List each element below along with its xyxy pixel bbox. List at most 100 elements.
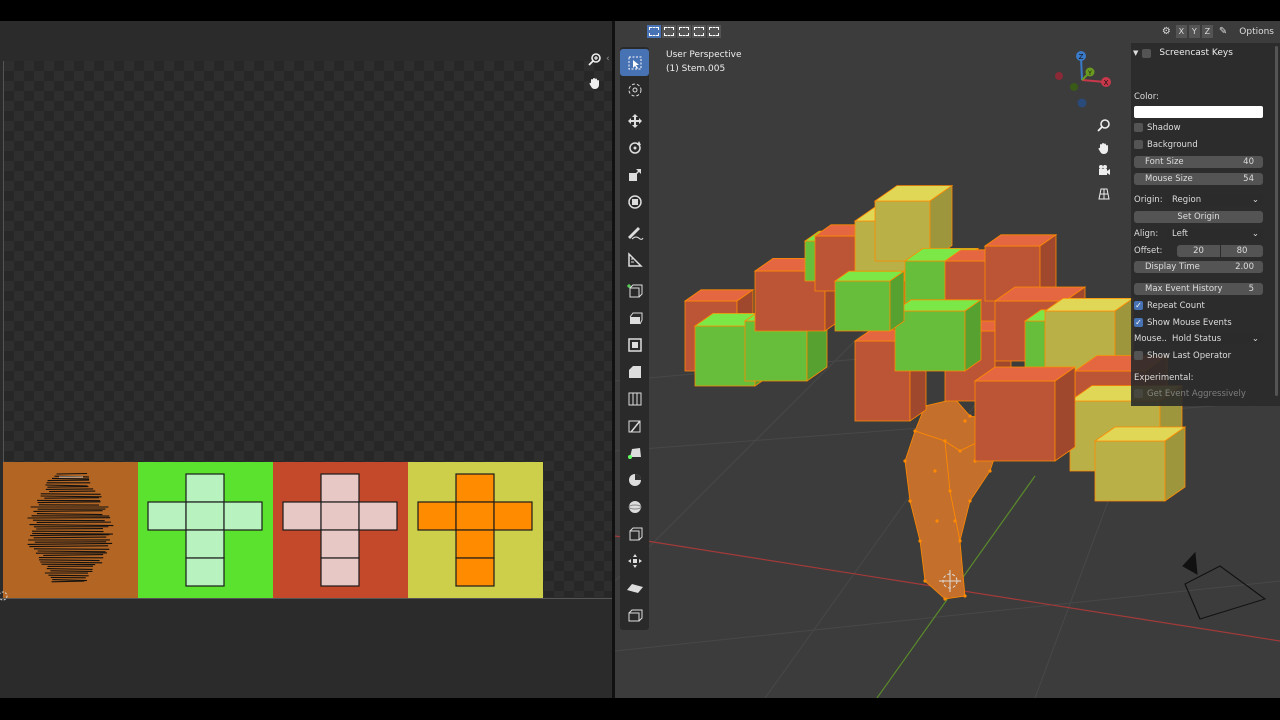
offset-x-field[interactable]: 20 bbox=[1177, 244, 1220, 257]
experimental-row: Experimental: bbox=[1134, 371, 1263, 384]
leaf-cube-19 bbox=[973, 366, 1077, 462]
font-size-field[interactable]: Font Size 40 bbox=[1134, 155, 1263, 168]
mouse-mode-value: Hold Status bbox=[1172, 333, 1222, 344]
transform-icon[interactable] bbox=[620, 188, 649, 215]
zoom-icon[interactable] bbox=[1093, 113, 1115, 136]
panel-collapse-icon[interactable]: ‹ bbox=[606, 54, 610, 64]
tile-green-cube-net bbox=[138, 462, 273, 598]
rip-icon[interactable] bbox=[620, 601, 649, 628]
spin-icon[interactable] bbox=[620, 466, 649, 493]
mouse-mode-select[interactable]: Hold Status ⌄ bbox=[1167, 332, 1263, 345]
select-new-button[interactable] bbox=[647, 25, 661, 38]
color-row: Color: bbox=[1134, 90, 1263, 103]
camera-view-icon[interactable] bbox=[1093, 159, 1115, 182]
rotate-icon[interactable] bbox=[620, 134, 649, 161]
bevel-icon[interactable] bbox=[620, 358, 649, 385]
panel-scrollbar[interactable] bbox=[1275, 46, 1278, 396]
origin-select[interactable]: Region ⌄ bbox=[1167, 193, 1263, 206]
font-size-row: Font Size 40 bbox=[1134, 155, 1263, 168]
mirror-z-button[interactable]: Z bbox=[1201, 25, 1213, 38]
display-time-row: Display Time 2.00 bbox=[1134, 260, 1263, 273]
color-value-row bbox=[1134, 105, 1263, 118]
inset-icon[interactable] bbox=[620, 331, 649, 358]
tool-shelf bbox=[620, 47, 649, 630]
sync-icon[interactable]: ✎ bbox=[1219, 26, 1227, 37]
extrude-icon[interactable] bbox=[620, 304, 649, 331]
show-last-operator-row: Show Last Operator bbox=[1134, 349, 1263, 362]
get-event-checkbox[interactable] bbox=[1134, 389, 1143, 398]
max-history-field[interactable]: Max Event History 5 bbox=[1134, 282, 1263, 295]
shadow-checkbox[interactable] bbox=[1134, 123, 1143, 132]
cursor-icon[interactable] bbox=[620, 76, 649, 103]
mouse-size-field[interactable]: Mouse Size 54 bbox=[1134, 172, 1263, 185]
texture-tiles bbox=[3, 462, 543, 598]
mouse-size-value: 54 bbox=[1243, 173, 1254, 184]
status-bar bbox=[0, 698, 1280, 720]
2d-cursor-icon[interactable] bbox=[0, 591, 10, 601]
camera-object bbox=[1182, 551, 1267, 620]
shrink-fatten-icon[interactable] bbox=[620, 547, 649, 574]
svg-text:X: X bbox=[1104, 79, 1109, 87]
edge-slide-icon[interactable] bbox=[620, 520, 649, 547]
display-time-field[interactable]: Display Time 2.00 bbox=[1134, 260, 1263, 273]
set-origin-button[interactable]: Set Origin bbox=[1134, 210, 1263, 223]
view-name-label: User Perspective bbox=[666, 50, 742, 60]
poly-build-icon[interactable] bbox=[620, 439, 649, 466]
align-label: Align: bbox=[1134, 228, 1159, 239]
origin-value: Region bbox=[1172, 194, 1202, 205]
color-swatch[interactable] bbox=[1134, 105, 1263, 118]
knife-icon[interactable] bbox=[620, 412, 649, 439]
select-box-icon[interactable] bbox=[620, 49, 649, 76]
shadow-label: Shadow bbox=[1147, 122, 1181, 133]
show-last-operator-checkbox[interactable] bbox=[1134, 351, 1143, 360]
loop-cut-icon[interactable] bbox=[620, 385, 649, 412]
annotate-icon[interactable] bbox=[620, 219, 649, 246]
scale-icon[interactable] bbox=[620, 161, 649, 188]
show-mouse-events-checkbox[interactable]: ✓ bbox=[1134, 318, 1143, 327]
mirror-x-button[interactable]: X bbox=[1175, 25, 1187, 38]
background-row: Background bbox=[1134, 138, 1263, 151]
viewport-header: ⚙ X Y Z ✎ Options bbox=[615, 21, 1280, 43]
add-cube-icon[interactable] bbox=[620, 277, 649, 304]
select-intersect-button[interactable] bbox=[707, 25, 721, 38]
align-row: Align: Left ⌄ bbox=[1134, 227, 1263, 240]
get-event-label: Get Event Aggressively bbox=[1147, 388, 1246, 399]
mirror-y-button[interactable]: Y bbox=[1188, 25, 1200, 38]
viewport-nav-buttons bbox=[1093, 113, 1115, 205]
collapse-arrow-icon[interactable]: ▼ bbox=[1133, 49, 1138, 57]
tile-red-cube-net bbox=[273, 462, 408, 598]
measure-icon[interactable] bbox=[620, 246, 649, 273]
shadow-row: Shadow bbox=[1134, 121, 1263, 134]
hand-pan-icon[interactable] bbox=[1093, 136, 1115, 159]
panel-header[interactable]: ▼ Screencast Keys bbox=[1133, 46, 1233, 60]
align-select[interactable]: Left ⌄ bbox=[1167, 227, 1263, 240]
tile-yellow-cube-net bbox=[408, 462, 543, 598]
font-size-value: 40 bbox=[1243, 156, 1254, 167]
select-subtract-button[interactable] bbox=[677, 25, 691, 38]
svg-text:Y: Y bbox=[1087, 70, 1092, 77]
select-extend-button[interactable] bbox=[662, 25, 676, 38]
select-invert-button[interactable] bbox=[692, 25, 706, 38]
navigation-gizmo[interactable]: Z X Y bbox=[1051, 49, 1113, 111]
screencast-enable-checkbox[interactable] bbox=[1142, 48, 1152, 58]
viewport-info-overlay: User Perspective (1) Stem.005 bbox=[666, 48, 742, 76]
offset-y-field[interactable]: 80 bbox=[1221, 244, 1263, 257]
select-mode-buttons bbox=[647, 25, 721, 38]
smooth-icon[interactable] bbox=[620, 493, 649, 520]
mirror-icon[interactable]: ⚙ bbox=[1162, 26, 1171, 37]
options-dropdown[interactable]: Options bbox=[1233, 27, 1280, 37]
3d-viewport[interactable]: ⚙ X Y Z ✎ Options User Perspective (1) S… bbox=[615, 21, 1280, 698]
svg-text:Z: Z bbox=[1079, 53, 1084, 61]
shear-icon[interactable] bbox=[620, 574, 649, 601]
mouse-mode-label: Mouse... bbox=[1134, 333, 1170, 344]
move-icon[interactable] bbox=[620, 107, 649, 134]
set-origin-row: Set Origin bbox=[1134, 210, 1263, 223]
align-value: Left bbox=[1172, 228, 1188, 239]
mouse-size-label: Mouse Size bbox=[1145, 173, 1193, 184]
background-checkbox[interactable] bbox=[1134, 140, 1143, 149]
uv-editor-area[interactable]: ‹ bbox=[0, 21, 612, 698]
repeat-count-checkbox[interactable]: ✓ bbox=[1134, 301, 1143, 310]
zoom-icon[interactable] bbox=[584, 48, 606, 70]
hand-pan-icon[interactable] bbox=[584, 72, 606, 94]
perspective-grid-icon[interactable] bbox=[1093, 182, 1115, 205]
